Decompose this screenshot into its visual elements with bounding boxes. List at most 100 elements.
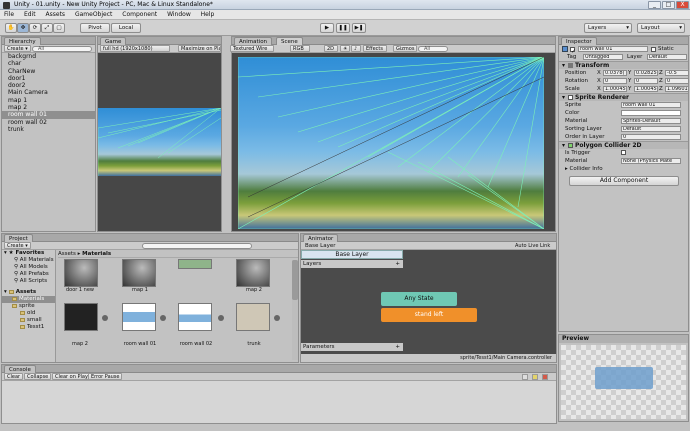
console-collapse-button[interactable]: Collapse bbox=[24, 373, 52, 380]
tab-scene[interactable]: Scene bbox=[276, 37, 303, 45]
move-tool-icon[interactable]: ✥ bbox=[17, 23, 29, 33]
tab-game[interactable]: Game bbox=[100, 37, 127, 45]
hierarchy-search-input[interactable]: All bbox=[32, 46, 92, 52]
favorite-item[interactable]: ⚲ All Scripts bbox=[2, 278, 55, 285]
favorite-item[interactable]: ⚲ All Models bbox=[2, 264, 55, 271]
scene-viewport[interactable] bbox=[232, 53, 555, 231]
project-create-button[interactable]: Create ▾ bbox=[4, 242, 31, 249]
lighting-icon[interactable]: ☀ bbox=[340, 45, 350, 52]
play-preview-icon[interactable] bbox=[102, 315, 108, 321]
asset-grid-scrollbar[interactable] bbox=[292, 260, 298, 360]
collider-material-field[interactable]: None (Physics Mate bbox=[621, 158, 681, 164]
play-preview-icon[interactable] bbox=[160, 315, 166, 321]
menu-file[interactable]: File bbox=[0, 10, 18, 19]
layers-dropdown[interactable]: Layers ▾ bbox=[584, 23, 632, 33]
minimize-button[interactable]: _ bbox=[648, 1, 661, 9]
hand-tool-icon[interactable]: ✋ bbox=[5, 23, 17, 33]
static-checkbox[interactable] bbox=[651, 47, 656, 52]
play-preview-icon[interactable] bbox=[274, 315, 280, 321]
favorites-header[interactable]: ▾ ★ Favorites bbox=[2, 250, 55, 257]
scale-tool-icon[interactable]: ⤢ bbox=[41, 23, 53, 33]
asset-folder-item[interactable]: small bbox=[2, 317, 55, 324]
polygon-collider-header[interactable]: ▾ Polygon Collider 2D bbox=[559, 141, 688, 149]
menu-help[interactable]: Help bbox=[197, 10, 219, 19]
asset-folder-item[interactable]: sprite bbox=[2, 303, 55, 310]
local-toggle[interactable]: Local bbox=[111, 23, 141, 33]
collider-info-foldout[interactable]: ▸ Collider Info bbox=[559, 165, 688, 173]
hierarchy-create-button[interactable]: Create ▾ bbox=[4, 45, 31, 52]
active-checkbox[interactable]: ✓ bbox=[570, 47, 576, 55]
play-preview-icon[interactable] bbox=[218, 315, 224, 321]
breadcrumb-assets[interactable]: Assets bbox=[58, 251, 76, 257]
asset-thumb[interactable] bbox=[178, 259, 212, 269]
transform-z-input[interactable]: 0 bbox=[665, 78, 689, 84]
asset-thumb[interactable] bbox=[178, 303, 212, 331]
object-name-input[interactable]: room wall 01 bbox=[578, 46, 648, 52]
default-state-node[interactable]: stand left bbox=[381, 308, 477, 322]
asset-folder-item[interactable]: Materials bbox=[2, 296, 55, 303]
add-component-button[interactable]: Add Component bbox=[569, 176, 679, 186]
audio-icon[interactable]: ♪ bbox=[351, 45, 361, 52]
asset-folder-item[interactable]: old bbox=[2, 310, 55, 317]
effects-dropdown[interactable]: Effects ▾ bbox=[363, 45, 387, 58]
tag-dropdown[interactable]: Untagged bbox=[583, 54, 623, 60]
info-filter-icon[interactable] bbox=[522, 374, 528, 380]
transform-z-input[interactable]: -0.5 bbox=[665, 70, 689, 76]
tab-inspector[interactable]: Inspector bbox=[561, 37, 597, 45]
console-clear-button[interactable]: Clear bbox=[4, 373, 24, 380]
asset-thumb[interactable] bbox=[122, 303, 156, 331]
auto-live-link-toggle[interactable]: Auto Live Link bbox=[515, 242, 550, 250]
menu-gameobject[interactable]: GameObject bbox=[71, 10, 116, 19]
2d-toggle[interactable]: 2D bbox=[324, 45, 338, 52]
animator-breadcrumb[interactable]: Base Layer bbox=[305, 242, 335, 250]
add-parameter-button[interactable]: + bbox=[395, 343, 400, 351]
favorite-item[interactable]: ⚲ All Prefabs bbox=[2, 271, 55, 278]
tab-animator[interactable]: Animator bbox=[303, 234, 339, 242]
tab-project[interactable]: Project bbox=[4, 234, 33, 242]
transform-z-input[interactable]: 1.09601 bbox=[665, 86, 689, 92]
error-filter-icon[interactable] bbox=[542, 374, 548, 380]
transform-y-input[interactable]: 0.02825 bbox=[634, 70, 658, 76]
hierarchy-item[interactable]: backgrnd bbox=[2, 53, 95, 60]
hierarchy-item[interactable]: door2 bbox=[2, 82, 95, 89]
hierarchy-item[interactable]: map 2 bbox=[2, 104, 95, 111]
scene-search-input[interactable]: All bbox=[418, 46, 448, 52]
menu-assets[interactable]: Assets bbox=[42, 10, 70, 19]
sprite-renderer-header[interactable]: ▾ Sprite Renderer bbox=[559, 93, 688, 101]
game-viewport[interactable] bbox=[98, 53, 221, 231]
asset-thumb[interactable] bbox=[64, 259, 98, 287]
base-layer-row[interactable]: Base Layer bbox=[301, 250, 403, 259]
order-in-layer-input[interactable]: 0 bbox=[621, 134, 681, 140]
layer-dropdown[interactable]: Default bbox=[647, 54, 687, 60]
transform-x-input[interactable]: 0.0378( bbox=[603, 70, 627, 76]
any-state-node[interactable]: Any State bbox=[381, 292, 457, 306]
menu-component[interactable]: Component bbox=[118, 10, 161, 19]
maximize-button[interactable]: □ bbox=[662, 1, 675, 9]
transform-x-input[interactable]: 0 bbox=[603, 78, 627, 84]
hierarchy-item[interactable]: CharNew bbox=[2, 68, 95, 75]
asset-folder-item[interactable]: Tesst1 bbox=[2, 324, 55, 331]
sorting-layer-dropdown[interactable]: Default bbox=[621, 126, 681, 132]
hierarchy-item[interactable]: room wall 02 bbox=[2, 119, 95, 126]
material-field[interactable]: Sprites-Default bbox=[621, 118, 681, 124]
transform-y-input[interactable]: 1.00045 bbox=[634, 86, 658, 92]
shading-mode-dropdown[interactable]: Textured Wire bbox=[230, 45, 274, 52]
asset-thumb[interactable] bbox=[122, 259, 156, 287]
tab-animation[interactable]: Animation bbox=[234, 37, 273, 45]
transform-header[interactable]: ▾ Transform bbox=[559, 61, 688, 69]
rotate-tool-icon[interactable]: ⟳ bbox=[29, 23, 41, 33]
transform-y-input[interactable]: 0 bbox=[634, 78, 658, 84]
game-resolution-dropdown[interactable]: full hd (1920x1080) bbox=[100, 45, 170, 52]
assets-header[interactable]: ▾ Assets bbox=[2, 289, 55, 296]
breadcrumb-materials[interactable]: Materials bbox=[82, 251, 111, 257]
console-clear-on-play-button[interactable]: Clear on Play bbox=[52, 373, 91, 380]
add-layer-button[interactable]: + bbox=[395, 260, 400, 268]
menu-window[interactable]: Window bbox=[163, 10, 195, 19]
component-enabled-checkbox[interactable] bbox=[568, 143, 573, 148]
close-button[interactable]: X bbox=[676, 1, 689, 9]
animator-graph[interactable]: Base Layer Layers + Any State stand left… bbox=[301, 250, 556, 354]
layout-dropdown[interactable]: Layout ▾ bbox=[637, 23, 685, 33]
transform-x-input[interactable]: 1.00045 bbox=[603, 86, 627, 92]
hierarchy-item[interactable]: char bbox=[2, 60, 95, 67]
console-log-area[interactable] bbox=[2, 381, 556, 423]
